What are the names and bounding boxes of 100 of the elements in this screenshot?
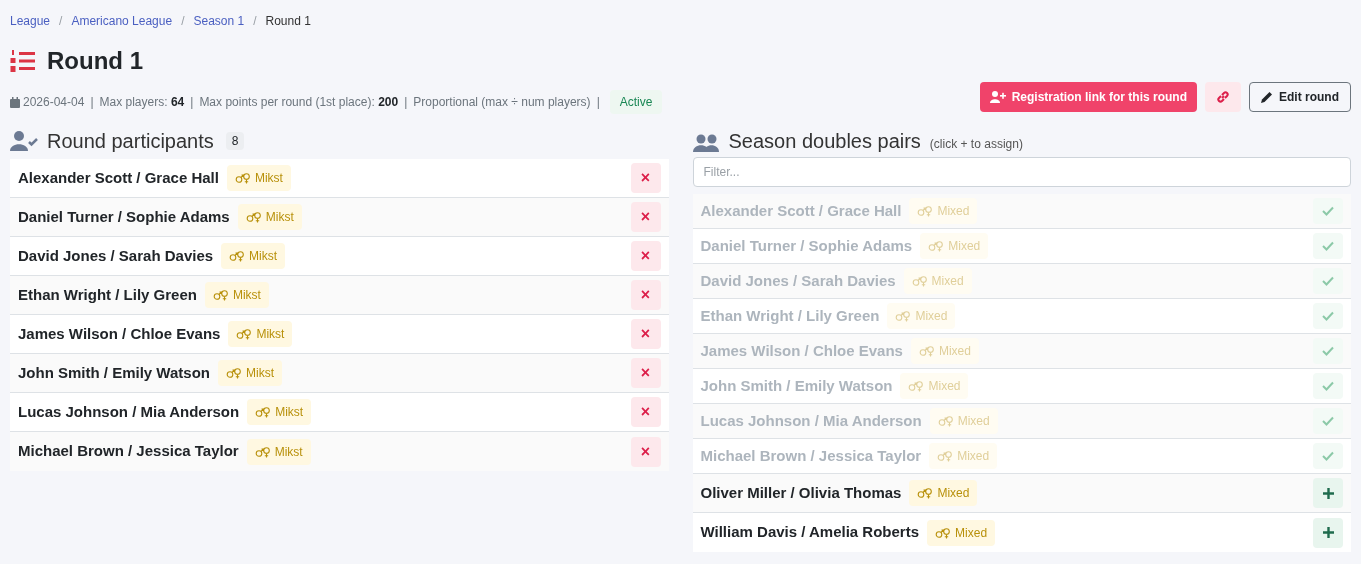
users-icon (692, 134, 719, 152)
gender-icon (212, 289, 229, 301)
plus-icon (1322, 487, 1334, 499)
gender-badge: Mikst (246, 438, 311, 465)
assigned-check-icon (1313, 373, 1343, 399)
pair-name: Lucas Johnson / Mia Anderson (700, 410, 922, 431)
gender-icon (255, 406, 272, 418)
meta-separator: | (190, 94, 194, 111)
gender-icon (229, 250, 246, 262)
gender-badge: Mikst (247, 399, 312, 425)
gender-badge: Mixed (910, 338, 979, 364)
gender-badge: Mixed (927, 519, 996, 546)
breadcrumb-link[interactable]: Season 1 (193, 12, 245, 30)
user-check-icon (10, 131, 38, 151)
gender-icon (935, 526, 952, 539)
assigned-check-icon (1313, 268, 1343, 294)
gender-badge: Mikst (228, 321, 293, 347)
pair-name: James Wilson / Chloe Evans (18, 323, 221, 344)
pair-name: Alexander Scott / Grace Hall (18, 167, 219, 188)
pair-name: John Smith / Emily Watson (18, 362, 210, 383)
remove-button[interactable]: × (630, 319, 661, 349)
round-stat: Max players: 64 (99, 94, 185, 111)
gender-icon (928, 240, 945, 252)
gender-icon (911, 275, 928, 287)
section-title: Round participants (47, 129, 214, 154)
link-icon (1216, 90, 1230, 104)
assigned-check-icon (1313, 443, 1343, 469)
pair-name: David Jones / Sarah Davies (18, 245, 214, 266)
gender-badge: Mixed (909, 480, 978, 506)
pair-name: Daniel Turner / Sophie Adams (18, 206, 230, 227)
gender-badge: Mikst (204, 282, 269, 308)
gender-badge: Mikst (237, 204, 302, 230)
pencil-icon (1261, 91, 1273, 103)
calendar-icon (10, 96, 20, 108)
page-title: Round 1 (47, 46, 143, 76)
gender-badge: Mixed (909, 198, 978, 224)
gender-icon (937, 450, 954, 462)
round-date: 2026-04-04 (23, 94, 85, 111)
breadcrumb-link[interactable]: Americano League (71, 12, 173, 30)
remove-button[interactable]: × (630, 202, 661, 232)
meta-separator: | (404, 94, 408, 111)
section-title: Season doubles pairs (728, 129, 921, 154)
gender-badge: Mixed (900, 373, 969, 399)
remove-button[interactable]: × (630, 397, 661, 427)
copy-link-button[interactable] (1205, 82, 1241, 112)
gender-icon (937, 415, 954, 427)
pair-name: John Smith / Emily Watson (700, 375, 893, 396)
gender-badge: Mixed (929, 443, 998, 469)
gender-icon (225, 367, 242, 379)
remove-button[interactable]: × (630, 358, 661, 388)
meta-separator: | (596, 94, 600, 111)
assigned-check-icon (1313, 338, 1343, 364)
round-stat: Max points per round (1st place): 200 (199, 94, 399, 111)
assigned-check-icon (1313, 233, 1343, 259)
participant-count: 8 (225, 132, 245, 150)
breadcrumb-separator: / (59, 13, 63, 30)
remove-button[interactable]: × (630, 436, 661, 467)
assigned-check-icon (1313, 198, 1343, 224)
pair-name: Lucas Johnson / Mia Anderson (18, 401, 240, 422)
assign-hint: (click + to assign) (929, 136, 1023, 153)
remove-button[interactable]: × (630, 280, 661, 310)
assigned-check-icon (1313, 303, 1343, 329)
assign-button[interactable] (1313, 517, 1343, 548)
breadcrumb-separator: / (181, 13, 185, 30)
plus-icon (1322, 527, 1334, 538)
gender-badge: Mixed (929, 408, 998, 434)
gender-icon (918, 345, 935, 357)
scoring-mode: Proportional (max ÷ num players) (413, 94, 591, 111)
gender-icon (908, 380, 925, 392)
remove-button[interactable]: × (630, 163, 661, 193)
edit-round-button[interactable]: Edit round (1249, 82, 1351, 112)
pair-name: Ethan Wright / Lily Green (18, 284, 197, 305)
numbered-list-icon (10, 50, 35, 72)
gender-badge: Mikst (226, 165, 291, 191)
meta-separator: | (90, 94, 94, 111)
breadcrumb-link[interactable]: League (10, 12, 51, 30)
pair-name: William Davis / Amelia Roberts (700, 522, 920, 543)
breadcrumb-current: Round 1 (265, 13, 311, 30)
gender-icon (234, 172, 251, 184)
assign-button[interactable] (1313, 478, 1343, 508)
gender-icon (236, 328, 253, 340)
gender-icon (917, 487, 934, 499)
gender-icon (245, 211, 262, 223)
gender-badge: Mixed (887, 303, 956, 329)
pair-name: Oliver Miller / Olivia Thomas (700, 482, 902, 503)
add-user-icon (989, 91, 1006, 103)
gender-icon (917, 205, 934, 217)
breadcrumb-separator: / (253, 13, 257, 30)
pair-name: James Wilson / Chloe Evans (700, 340, 903, 361)
pair-name: Alexander Scott / Grace Hall (700, 200, 902, 221)
gender-icon (254, 445, 271, 458)
gender-badge: Mixed (903, 268, 972, 294)
gender-badge: Mixed (920, 233, 989, 259)
registration-link-button[interactable]: Registration link for this round (979, 82, 1197, 112)
gender-badge: Mikst (221, 243, 286, 269)
remove-button[interactable]: × (630, 241, 661, 271)
filter-field[interactable]: Filter... (692, 157, 1351, 187)
pair-name: Michael Brown / Jessica Taylor (700, 445, 922, 466)
pair-name: Ethan Wright / Lily Green (700, 305, 880, 326)
status-badge: Active (609, 90, 663, 114)
